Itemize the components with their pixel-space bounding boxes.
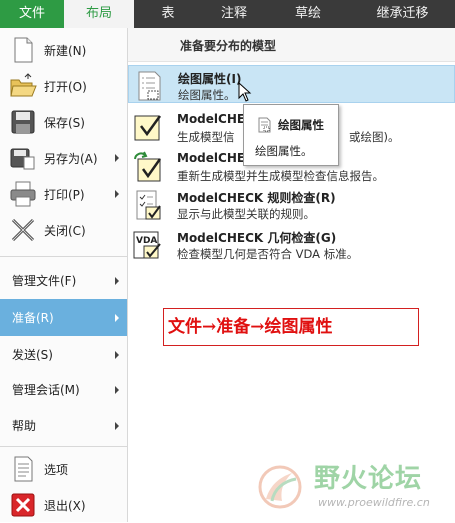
tooltip-drawing-properties: 绘图属性 绘图属性。	[243, 104, 339, 166]
tab-annotate[interactable]: 注释	[202, 0, 266, 28]
menu-exit[interactable]: 退出(X)	[0, 487, 127, 523]
submenu-item-modelcheck-rules[interactable]: ModelCHECK 规则检查(R) 显示与此模型关联的规则。	[128, 185, 455, 223]
tooltip-title: 绘图属性	[278, 118, 324, 132]
menu-manage-session[interactable]: 管理会话(M)	[0, 371, 127, 408]
item-title: ModelCHECK 几何检查(G)	[177, 231, 337, 245]
menu-open-label: 打开(O)	[44, 79, 87, 94]
watermark-title: 野火论坛	[314, 464, 423, 494]
tooltip-desc: 绘图属性。	[255, 144, 313, 158]
item-title: 绘图属性(I)	[178, 72, 242, 86]
menu-close[interactable]: 关闭(C)	[0, 212, 127, 248]
menu-divider	[0, 446, 127, 447]
tab-sketch[interactable]: 草绘	[266, 0, 350, 28]
modelcheck-icon	[132, 112, 164, 144]
menu-new[interactable]: 新建(N)	[0, 32, 127, 68]
menu-close-label: 关闭(C)	[44, 223, 86, 238]
options-page-icon	[8, 454, 38, 484]
menu-manage-file[interactable]: 管理文件(F)	[0, 262, 127, 299]
chevron-right-icon	[115, 385, 119, 394]
item-desc-tail: 或绘图)。	[349, 130, 400, 144]
drawing-properties-icon	[256, 117, 272, 133]
menu-help[interactable]: 帮助	[0, 407, 127, 444]
menu-send-label: 发送(S)	[12, 348, 53, 362]
prepare-submenu-panel: 准备要分布的模型 绘图属性(I) 绘图属性。 ModelCHEC 生成模型信 或…	[128, 28, 455, 522]
menu-print[interactable]: 打印(P)	[0, 176, 127, 212]
annotation-path-label: 文件→准备→绘图属性	[163, 308, 419, 346]
file-menu-column: 新建(N) 打开(O) 保存(S) 另存为(A) 打印(P) 关闭(C) 管理文…	[0, 28, 128, 522]
menu-options-label: 选项	[44, 462, 69, 477]
menu-open[interactable]: 打开(O)	[0, 68, 127, 104]
menu-save-label: 保存(S)	[44, 115, 85, 130]
panel-heading: 准备要分布的模型	[128, 28, 455, 62]
menu-prepare-label: 准备(R)	[12, 311, 54, 325]
chevron-right-icon	[115, 421, 119, 430]
exit-icon	[8, 490, 38, 520]
chevron-right-icon	[115, 190, 119, 198]
save-as-icon	[8, 143, 38, 173]
ribbon-tab-bar: 文件 布局 表 注释 草绘 继承迁移	[0, 0, 455, 28]
menu-send[interactable]: 发送(S)	[0, 336, 127, 373]
vda-geometry-check-icon: VDA	[132, 229, 164, 261]
menu-save-as[interactable]: 另存为(A)	[0, 140, 127, 176]
tab-table[interactable]: 表	[134, 0, 202, 28]
menu-save[interactable]: 保存(S)	[0, 104, 127, 140]
new-file-icon	[8, 35, 38, 65]
item-desc: 绘图属性。	[178, 88, 236, 102]
item-desc: 显示与此模型关联的规则。	[177, 207, 315, 221]
menu-help-label: 帮助	[12, 419, 37, 433]
chevron-right-icon	[115, 350, 119, 359]
tab-layout[interactable]: 布局	[64, 0, 134, 28]
menu-save-as-label: 另存为(A)	[44, 151, 98, 166]
item-desc: 重新生成模型并生成模型检查信息报告。	[177, 169, 384, 183]
modelcheck-regenerate-icon	[132, 151, 164, 183]
tab-file[interactable]: 文件	[0, 0, 64, 28]
menu-print-label: 打印(P)	[44, 187, 85, 202]
menu-new-label: 新建(N)	[44, 43, 87, 58]
printer-icon	[8, 179, 38, 209]
item-desc: 生成模型信	[177, 130, 235, 144]
chevron-right-icon	[115, 154, 119, 162]
mouse-cursor-icon	[238, 82, 252, 102]
chevron-right-icon	[115, 313, 119, 322]
menu-options[interactable]: 选项	[0, 451, 127, 487]
submenu-item-modelcheck-geometry[interactable]: VDA ModelCHECK 几何检查(G) 检查模型几何是否符合 VDA 标准…	[128, 225, 455, 263]
watermark-url: www.proewildfire.cn	[318, 496, 430, 509]
menu-manage-session-label: 管理会话(M)	[12, 383, 80, 397]
item-title: ModelCHECK 规则检查(R)	[177, 191, 336, 205]
open-folder-icon	[8, 71, 38, 101]
tab-legacy-migration[interactable]: 继承迁移	[350, 0, 455, 28]
menu-exit-label: 退出(X)	[44, 498, 86, 513]
item-desc: 检查模型几何是否符合 VDA 标准。	[177, 247, 359, 261]
submenu-item-drawing-properties[interactable]: 绘图属性(I) 绘图属性。	[128, 65, 455, 103]
rules-checklist-icon	[132, 189, 164, 221]
save-disk-icon	[8, 107, 38, 137]
drawing-properties-icon	[133, 70, 165, 102]
chevron-right-icon	[115, 276, 119, 285]
menu-divider	[0, 256, 127, 257]
menu-prepare[interactable]: 准备(R)	[0, 299, 127, 336]
vda-label: VDA	[136, 236, 157, 246]
close-x-icon	[8, 215, 38, 245]
menu-manage-file-label: 管理文件(F)	[12, 274, 77, 288]
watermark-logo-icon	[258, 465, 302, 509]
